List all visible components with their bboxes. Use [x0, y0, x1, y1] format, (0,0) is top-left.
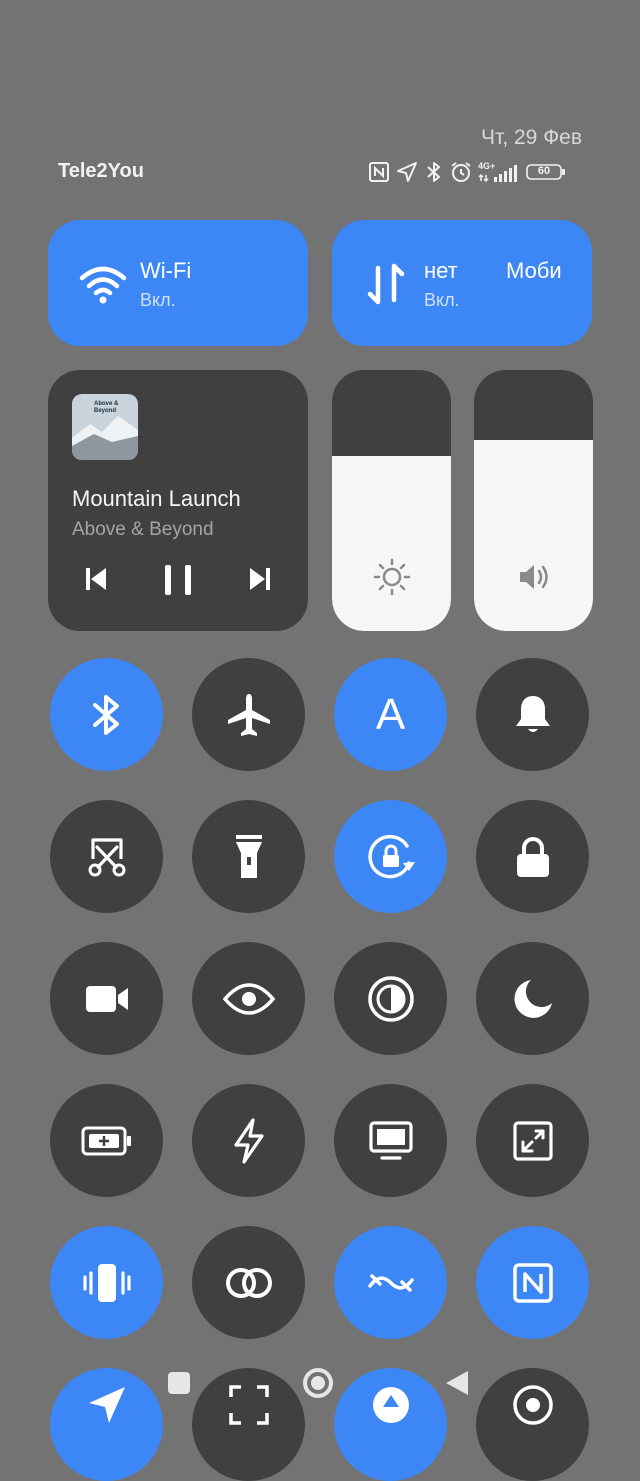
brightness-icon — [332, 557, 451, 597]
status-date: Чт, 29 Фев — [481, 126, 582, 149]
recents-icon[interactable] — [167, 1371, 191, 1400]
lightning-icon — [231, 1117, 267, 1165]
toggle-screenshot[interactable] — [50, 800, 163, 913]
previous-icon[interactable] — [84, 566, 110, 597]
brightness-slider-fill — [332, 456, 451, 631]
volume-icon — [474, 557, 593, 597]
home-icon[interactable] — [302, 1367, 334, 1404]
toggle-lock-screen[interactable] — [476, 800, 589, 913]
volume-slider-fill — [474, 440, 593, 631]
bluetooth-icon — [87, 692, 127, 738]
lock-icon — [514, 835, 552, 879]
battery-plus-icon — [81, 1126, 133, 1156]
toggle-link[interactable] — [192, 1226, 305, 1339]
mobile-data-title-right: Моби — [506, 258, 562, 283]
bluetooth-icon — [424, 161, 444, 183]
carrier-name: Tele2You — [58, 160, 144, 182]
battery-icon: 60 — [526, 163, 566, 181]
link-icon — [223, 1265, 275, 1301]
eye-icon — [222, 981, 275, 1017]
album-art-text: Above & Beyond — [94, 401, 119, 414]
toggle-flashlight[interactable] — [192, 800, 305, 913]
nfc-icon — [368, 161, 390, 183]
navigation-bar — [0, 1364, 640, 1404]
back-icon[interactable] — [444, 1369, 470, 1402]
wifi-status: Вкл. — [140, 290, 176, 310]
wifi-title: Wi-Fi — [140, 258, 192, 283]
next-icon[interactable] — [246, 566, 272, 597]
moon-icon — [511, 977, 555, 1021]
toggle-dnd[interactable] — [476, 942, 589, 1055]
wifi-icon — [78, 262, 128, 309]
toggle-vibrate[interactable] — [50, 1226, 163, 1339]
airplane-icon — [225, 691, 273, 739]
album-art[interactable]: Above & Beyond — [72, 394, 138, 460]
rotation-lock-icon — [363, 829, 419, 885]
monitor-icon — [368, 1120, 414, 1162]
mobile-data-tile[interactable]: нет Моби Вкл. — [332, 220, 592, 346]
nfc-icon — [512, 1262, 554, 1304]
mobile-data-title-left: нет — [424, 258, 458, 283]
status-icons: 4G+ 60 — [368, 158, 566, 186]
toggle-floating-window[interactable] — [476, 1084, 589, 1197]
toggle-hotspot-sync[interactable] — [334, 1226, 447, 1339]
toggle-sound[interactable] — [476, 658, 589, 771]
toggle-auto-rotate[interactable] — [334, 800, 447, 913]
toggle-battery-saver[interactable] — [50, 1084, 163, 1197]
hotspot-icon — [366, 1268, 416, 1298]
media-player[interactable]: Above & Beyond Mountain Launch Above & B… — [48, 370, 308, 631]
toggle-nfc[interactable] — [476, 1226, 589, 1339]
bell-icon — [512, 693, 554, 737]
pause-icon[interactable] — [162, 564, 194, 601]
brightness-slider[interactable] — [332, 370, 451, 631]
battery-level: 60 — [537, 165, 551, 177]
toggle-airplane-mode[interactable] — [192, 658, 305, 771]
mobile-data-icon — [366, 262, 406, 311]
toggle-reading-mode[interactable] — [192, 942, 305, 1055]
toggle-grid: A — [0, 0, 640, 1481]
flashlight-icon — [231, 833, 267, 881]
auto-brightness-icon: A — [375, 689, 406, 739]
mobile-data-status: Вкл. — [424, 290, 460, 310]
video-camera-icon — [84, 982, 130, 1016]
toggle-performance[interactable] — [192, 1084, 305, 1197]
alarm-icon — [450, 161, 472, 183]
signal-4g-icon: 4G+ — [478, 161, 520, 183]
toggle-auto-brightness[interactable]: A — [334, 658, 447, 771]
resize-icon — [512, 1120, 554, 1162]
wifi-tile[interactable]: Wi-Fi Вкл. — [48, 220, 308, 346]
contrast-icon — [367, 975, 415, 1023]
scissors-icon — [85, 835, 129, 879]
location-icon — [396, 161, 418, 183]
toggle-dark-mode[interactable] — [334, 942, 447, 1055]
media-artist: Above & Beyond — [72, 519, 214, 540]
toggle-screen-recorder[interactable] — [50, 942, 163, 1055]
toggle-cast[interactable] — [334, 1084, 447, 1197]
volume-slider[interactable] — [474, 370, 593, 631]
media-title: Mountain Launch — [72, 486, 241, 511]
toggle-bluetooth[interactable] — [50, 658, 163, 771]
vibrate-icon — [81, 1261, 133, 1305]
